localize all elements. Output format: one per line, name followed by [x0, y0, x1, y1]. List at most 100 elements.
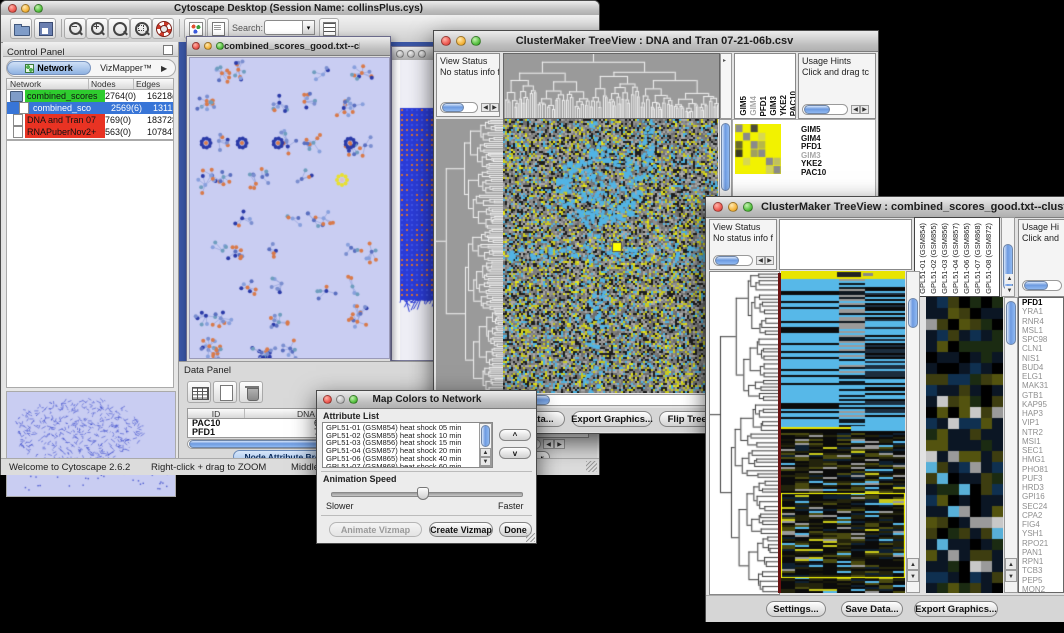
- minimize-icon[interactable]: [204, 42, 212, 50]
- gene-label[interactable]: PHO81: [1019, 465, 1063, 474]
- export-graphics-button[interactable]: Export Graphics...: [572, 411, 652, 427]
- gene-label[interactable]: NIS1: [1019, 354, 1063, 363]
- gene-label[interactable]: RNR4: [1019, 317, 1063, 326]
- gene-label[interactable]: SPC98: [1019, 335, 1063, 344]
- close-icon[interactable]: [323, 395, 332, 404]
- gene-label[interactable]: NTR2: [1019, 428, 1063, 437]
- tv2-heatmap-vscrollbar[interactable]: [906, 271, 920, 593]
- scroll-right-icon[interactable]: [554, 439, 565, 449]
- attribute-list-vscrollbar[interactable]: [479, 423, 492, 467]
- zoom-fit-button[interactable]: [130, 18, 152, 39]
- close-icon[interactable]: [396, 50, 404, 58]
- column-label[interactable]: GPL51-08 (GSM872): [984, 223, 993, 294]
- scroll-thumb[interactable]: [908, 298, 918, 328]
- gene-label[interactable]: HMG1: [1019, 455, 1063, 464]
- tv2-heatmap[interactable]: [781, 271, 905, 593]
- scroll-thumb[interactable]: [481, 425, 490, 447]
- gene-label[interactable]: YSH1: [1019, 529, 1063, 538]
- slider-thumb[interactable]: [417, 487, 429, 500]
- gene-label[interactable]: HAP3: [1019, 409, 1063, 418]
- data-col-id[interactable]: ID: [188, 409, 245, 418]
- gene-label[interactable]: PUF3: [1019, 474, 1063, 483]
- view-status-hscrollbar[interactable]: [713, 255, 753, 266]
- attribute-list[interactable]: GPL51-01 (GSM854) heat shock 05 minGPL51…: [322, 422, 493, 468]
- close-icon[interactable]: [192, 42, 200, 50]
- zoom-window-icon[interactable]: [743, 202, 753, 212]
- tab-vizmapper[interactable]: VizMapper™: [91, 63, 161, 73]
- close-icon[interactable]: [8, 4, 17, 13]
- tv1-zoom-matrix[interactable]: [735, 124, 781, 174]
- zoom-in-button[interactable]: [86, 18, 108, 39]
- gene-label[interactable]: HRD3: [1019, 483, 1063, 492]
- minimize-icon[interactable]: [407, 50, 415, 58]
- minimize-icon[interactable]: [336, 395, 345, 404]
- gene-label[interactable]: KAP95: [1019, 400, 1063, 409]
- close-icon[interactable]: [441, 36, 451, 46]
- column-label[interactable]: GPL51-03 (GSM856): [940, 223, 949, 294]
- tv2-gene-list[interactable]: PFD1YRA1RNR4MSL1SPC98CLN1NIS1BUD4ELG1MAK…: [1018, 297, 1064, 593]
- tv1-column-dendrogram[interactable]: [503, 53, 720, 119]
- gene-label[interactable]: SEC1: [1019, 446, 1063, 455]
- gene-label[interactable]: CLN1: [1019, 344, 1063, 353]
- column-label[interactable]: GPL51-04 (GSM857): [951, 223, 960, 294]
- col-header-nodes[interactable]: Nodes: [89, 79, 134, 89]
- gene-label[interactable]: GTB1: [1019, 391, 1063, 400]
- column-label[interactable]: GIM3: [769, 96, 778, 116]
- column-label[interactable]: GPL51-02 (GSM855): [929, 223, 938, 294]
- scroll-left-icon[interactable]: [543, 439, 554, 449]
- column-label[interactable]: GPL51-07 (GSM868): [973, 223, 982, 294]
- col-header-edges[interactable]: Edges: [134, 79, 173, 89]
- gene-label[interactable]: FIG4: [1019, 520, 1063, 529]
- gene-label[interactable]: GPI16: [1019, 492, 1063, 501]
- column-label[interactable]: GIM5: [739, 96, 748, 116]
- tab-network[interactable]: Network: [7, 61, 91, 75]
- gene-label[interactable]: MAK31: [1019, 381, 1063, 390]
- help-button[interactable]: [152, 18, 174, 39]
- minimize-icon[interactable]: [21, 4, 30, 13]
- gene-label[interactable]: BUD4: [1019, 363, 1063, 372]
- gene-label[interactable]: MON2: [1019, 585, 1063, 593]
- tv2-column-dendrogram-area[interactable]: [779, 219, 912, 270]
- create-vizmap-button[interactable]: Create Vizmap: [429, 522, 493, 537]
- resize-grip[interactable]: [586, 461, 597, 472]
- gene-label[interactable]: MSL1: [1019, 326, 1063, 335]
- delete-attribute-button[interactable]: [239, 381, 263, 403]
- zoom-label[interactable]: PAC10: [798, 169, 853, 178]
- open-session-button[interactable]: [10, 18, 32, 39]
- minimize-icon[interactable]: [728, 202, 738, 212]
- gene-label[interactable]: PFD1: [1019, 298, 1063, 307]
- usage-hints-hscrollbar[interactable]: [802, 104, 848, 115]
- save-session-button[interactable]: [34, 18, 56, 39]
- overview-canvas[interactable]: [6, 391, 176, 497]
- view-status-hscrollbar[interactable]: [440, 102, 478, 113]
- zoom-window-icon[interactable]: [34, 4, 43, 13]
- gene-label[interactable]: RPN1: [1019, 557, 1063, 566]
- close-icon[interactable]: [713, 202, 723, 212]
- tv2-columns-vscrollbar[interactable]: [1001, 217, 1015, 297]
- zoom-window-icon[interactable]: [349, 395, 358, 404]
- gene-label[interactable]: PAN1: [1019, 548, 1063, 557]
- tv1-row-dendrogram[interactable]: [436, 119, 503, 393]
- network-frame-1-titlebar[interactable]: combined_scores_good.txt--cluste...: [187, 37, 390, 56]
- zoom-selected-button[interactable]: [108, 18, 130, 39]
- gene-label[interactable]: RPO21: [1019, 539, 1063, 548]
- search-dropdown-button[interactable]: ▾: [302, 20, 315, 35]
- column-label[interactable]: YKE2: [779, 95, 788, 116]
- scroll-thumb[interactable]: [1006, 301, 1016, 345]
- export-graphics-button[interactable]: Export Graphics...: [914, 601, 998, 617]
- tv2-gene-dendrogram[interactable]: [709, 271, 780, 595]
- zoom-window-icon[interactable]: [216, 42, 224, 50]
- dialog-titlebar[interactable]: Map Colors to Network: [317, 391, 536, 409]
- table-row[interactable]: combined_sco 2569(6) 13112(15): [7, 102, 173, 114]
- column-label[interactable]: PAC10: [789, 91, 796, 116]
- save-data-button[interactable]: Save Data...: [841, 601, 903, 617]
- tv1-col-scroll-strip[interactable]: ▸: [720, 53, 732, 119]
- tv2-zoom-view[interactable]: [926, 297, 1003, 593]
- scroll-thumb[interactable]: [721, 123, 730, 191]
- gene-label[interactable]: YRA1: [1019, 307, 1063, 316]
- gene-label[interactable]: ELG1: [1019, 372, 1063, 381]
- col-header-network[interactable]: Network: [7, 79, 89, 89]
- animate-vizmap-button[interactable]: Animate Vizmap: [329, 522, 422, 537]
- table-row[interactable]: RNAPuberNov2+ 563(0) 107847(0): [7, 126, 173, 138]
- search-input[interactable]: [264, 20, 304, 35]
